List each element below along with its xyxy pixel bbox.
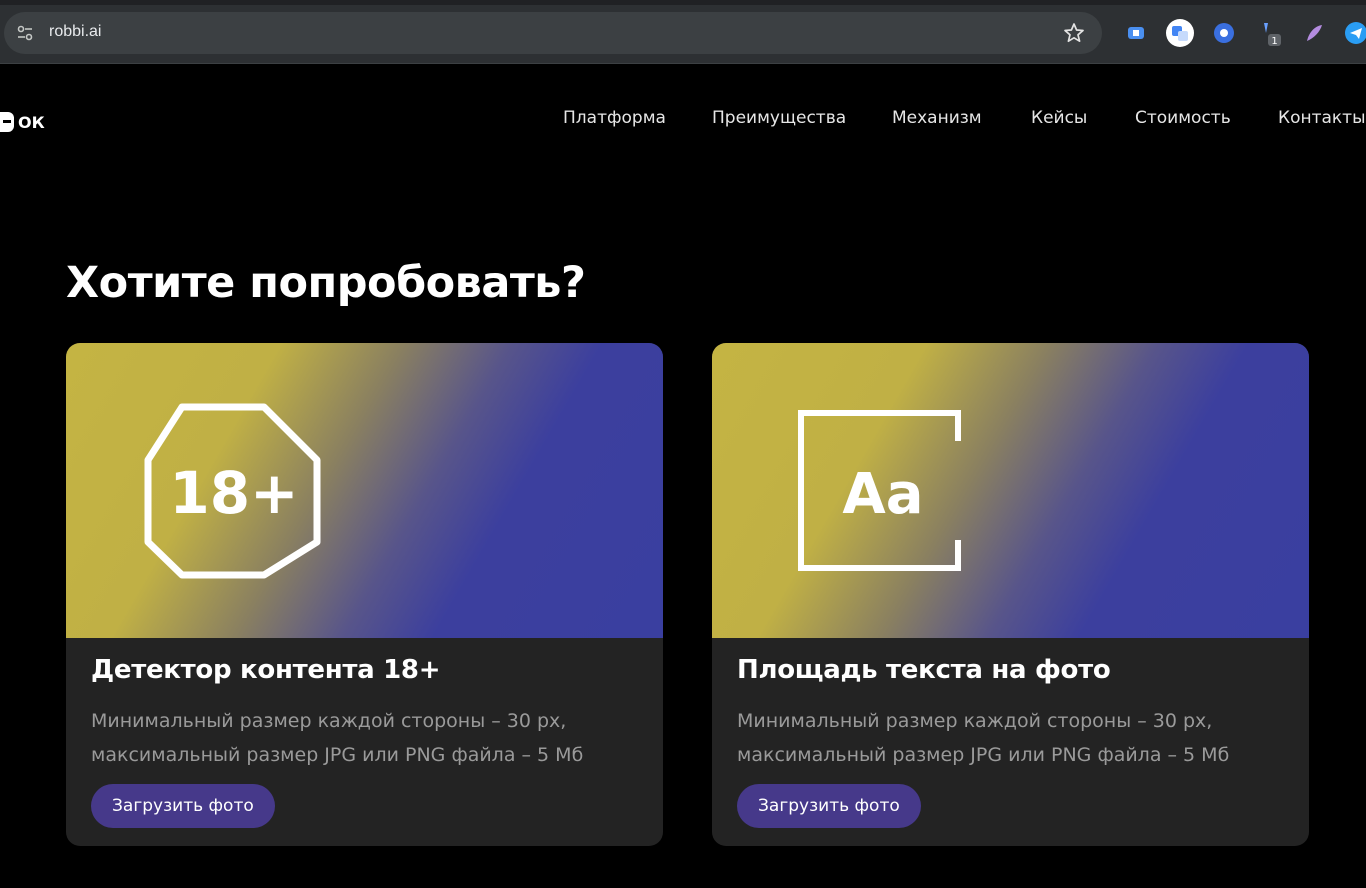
url-text[interactable]: robbi.ai xyxy=(49,23,101,41)
site-info-icon[interactable] xyxy=(12,20,38,46)
upload-photo-button[interactable]: Загрузить фото xyxy=(737,784,921,828)
browser-toolbar: robbi.ai 1 xyxy=(0,0,1366,64)
nav-link-pricing[interactable]: Стоимость xyxy=(1135,108,1231,128)
demo-card-text-area: Aa Площадь текста на фото Минимальный ра… xyxy=(712,343,1309,846)
svg-text:18+: 18+ xyxy=(169,459,298,527)
translate-extension-icon[interactable] xyxy=(1166,19,1194,47)
nav-link-advantages[interactable]: Преимущества xyxy=(712,108,846,128)
bookmark-star-icon[interactable] xyxy=(1062,21,1086,45)
card-description: Минимальный размер каждой стороны – 30 p… xyxy=(737,710,1230,766)
nav-link-platform[interactable]: Платформа xyxy=(563,108,666,128)
svg-text:1: 1 xyxy=(1271,36,1277,47)
card-title: Детектор контента 18+ xyxy=(91,655,441,685)
extension-icon-3[interactable] xyxy=(1210,19,1238,47)
nav-link-mechanism[interactable]: Механизм xyxy=(892,108,982,128)
svg-text:Aa: Aa xyxy=(842,462,923,527)
nav-link-contacts[interactable]: Контакты xyxy=(1278,108,1366,128)
feather-extension-icon[interactable] xyxy=(1300,19,1328,47)
age-restriction-18-icon: 18+ xyxy=(144,403,321,579)
card-title: Площадь текста на фото xyxy=(737,655,1111,685)
upload-photo-button[interactable]: Загрузить фото xyxy=(91,784,275,828)
card-banner: Aa xyxy=(712,343,1309,638)
nav-link-cases[interactable]: Кейсы xyxy=(1031,108,1087,128)
send-extension-icon[interactable] xyxy=(1342,19,1366,47)
tab-strip-edge xyxy=(0,0,1366,5)
main-navigation: Платформа Преимущества Механизм Кейсы Ст… xyxy=(0,108,1366,136)
text-area-icon: Aa xyxy=(798,410,961,571)
card-description: Минимальный размер каждой стороны – 30 p… xyxy=(91,710,584,766)
extension-icon-1[interactable] xyxy=(1122,19,1150,47)
address-bar[interactable]: robbi.ai xyxy=(4,12,1102,54)
demo-card-adult-content: 18+ Детектор контента 18+ Минимальный ра… xyxy=(66,343,663,846)
card-banner: 18+ xyxy=(66,343,663,638)
extension-badge-icon[interactable]: 1 xyxy=(1256,19,1284,47)
page-heading: Хотите попробовать? xyxy=(66,258,586,308)
